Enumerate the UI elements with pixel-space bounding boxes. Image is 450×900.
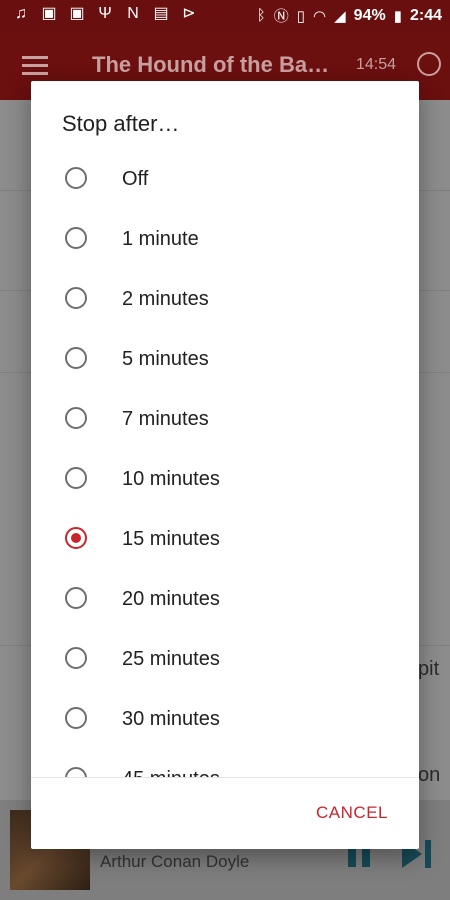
option-label: 20 minutes [122,588,220,610]
nfc-icon: Ⓝ [273,8,289,25]
radio-button[interactable] [65,587,87,609]
vibrate-icon: ▯ [296,7,306,25]
background-row-text: on [418,764,441,786]
cancel-button[interactable]: CANCEL [316,803,388,823]
battery-icon: ▮ [393,7,402,25]
option-label: 7 minutes [122,408,209,430]
options-list[interactable]: Off 1 minute 2 minutes 5 minutes 7 minut… [31,149,419,777]
usb-icon: Ψ [98,5,112,22]
music-note-icon: ♫ [15,5,27,22]
sleep-timer-remaining: 14:54 [356,56,397,73]
option-off[interactable]: Off [31,149,419,209]
chat-icon: ▤ [153,5,169,22]
option-15-minutes[interactable]: 15 minutes [31,509,419,569]
option-1-minute[interactable]: 1 minute [31,209,419,269]
radio-button[interactable] [65,767,87,777]
option-20-minutes[interactable]: 20 minutes [31,569,419,629]
radio-button[interactable] [65,467,87,489]
signal-icon: ◢ [334,7,346,25]
radio-button[interactable] [65,227,87,249]
wifi-icon: ◠ [313,7,327,25]
option-label: 45 minutes [122,768,220,777]
option-label: 1 minute [122,228,199,250]
system-icons: ᛒ Ⓝ ▯ ◠ ◢ 94% ▮ 2:44 [257,5,442,26]
radio-button[interactable] [65,707,87,729]
option-label: 10 minutes [122,468,220,490]
radio-button[interactable] [65,407,87,429]
option-25-minutes[interactable]: 25 minutes [31,629,419,689]
menu-icon[interactable] [22,56,48,80]
picture-icon: ▣ [41,5,57,22]
picture-icon: ▣ [69,5,85,22]
option-label: 5 minutes [122,348,209,370]
radio-button[interactable] [65,647,87,669]
option-2-minutes[interactable]: 2 minutes [31,269,419,329]
stop-after-dialog: Stop after… Off 1 minute 2 minutes 5 min… [31,81,419,849]
status-time: 2:44 [409,6,442,24]
battery-percent: 94% [353,6,386,24]
option-label: 15 minutes [122,528,220,550]
app-title: The Hound of the Ba… [92,52,330,77]
n-icon: N [127,5,139,22]
timer-icon[interactable] [417,52,441,76]
option-30-minutes[interactable]: 30 minutes [31,689,419,749]
radio-button[interactable] [65,287,87,309]
player-author: Arthur Conan Doyle [100,852,250,871]
radio-button[interactable] [65,347,87,369]
radio-button-selected[interactable] [65,527,87,549]
notification-icons: ♫ ▣ ▣ Ψ N ▤ ⊳ [12,5,198,23]
option-10-minutes[interactable]: 10 minutes [31,449,419,509]
bluetooth-icon: ᛒ [256,7,266,24]
dialog-divider [31,777,419,778]
status-bar: ♫ ▣ ▣ Ψ N ▤ ⊳ ᛒ Ⓝ ▯ ◠ ◢ 94% ▮ 2:44 [0,0,450,32]
option-label: 2 minutes [122,288,209,310]
download-icon: ⊳ [182,5,196,22]
option-5-minutes[interactable]: 5 minutes [31,329,419,389]
option-45-minutes[interactable]: 45 minutes [31,749,419,777]
option-label: 25 minutes [122,648,220,670]
option-label: Off [122,168,149,190]
radio-button[interactable] [65,167,87,189]
option-7-minutes[interactable]: 7 minutes [31,389,419,449]
option-label: 30 minutes [122,708,220,730]
dialog-title: Stop after… [62,111,180,136]
background-row-text: pit [418,658,440,680]
